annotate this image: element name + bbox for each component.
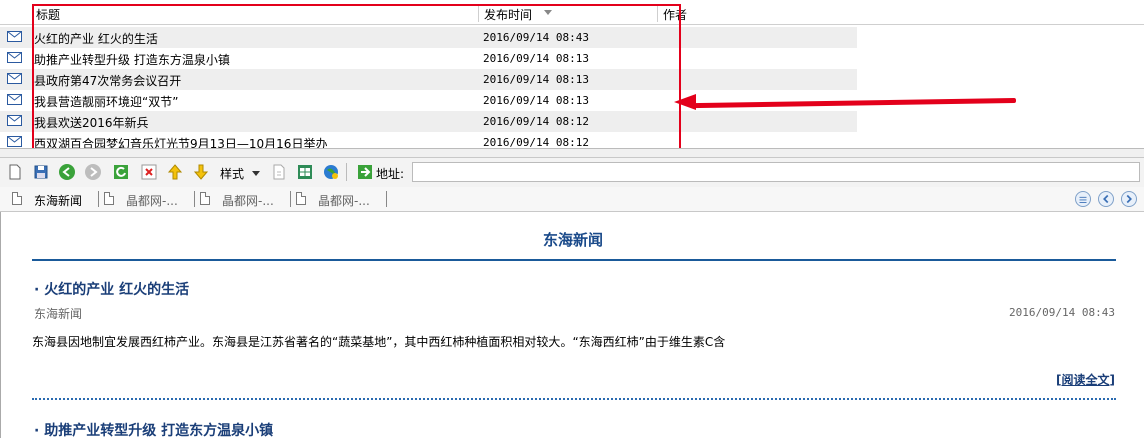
tab-divider bbox=[290, 191, 291, 207]
new-page-icon[interactable] bbox=[6, 163, 24, 181]
title-divider bbox=[32, 259, 1116, 261]
stop-icon[interactable] bbox=[140, 163, 158, 181]
tab-label: 晶都网-... bbox=[222, 194, 274, 208]
article-divider bbox=[32, 398, 1116, 400]
grid-view-icon[interactable] bbox=[296, 163, 314, 181]
read-more-link[interactable]: [阅读全文] bbox=[1056, 371, 1115, 388]
mail-icon bbox=[7, 31, 22, 42]
read-more-label[interactable]: 阅读全文 bbox=[1062, 373, 1110, 387]
tab-label: 晶都网-... bbox=[318, 194, 370, 208]
chevron-down-icon[interactable] bbox=[250, 163, 262, 181]
go-icon[interactable] bbox=[356, 163, 374, 181]
address-input[interactable] bbox=[412, 162, 1140, 182]
tab-next-icon[interactable] bbox=[1121, 191, 1137, 207]
back-icon[interactable] bbox=[58, 163, 76, 181]
tab-divider bbox=[194, 191, 195, 207]
tab-prev-icon[interactable] bbox=[1098, 191, 1114, 207]
copy-page-icon[interactable] bbox=[270, 163, 288, 181]
article-title[interactable]: · 助推产业转型升级 打造东方温泉小镇 bbox=[34, 420, 273, 440]
article-date: 2016/09/14 08:43 bbox=[1009, 306, 1115, 319]
tab-label: 晶都网-... bbox=[126, 194, 178, 208]
tab-divider bbox=[386, 191, 387, 207]
mail-icon bbox=[7, 115, 22, 126]
highlight-box bbox=[32, 4, 681, 154]
document-icon bbox=[200, 192, 210, 205]
news-list: 标题 发布时间 作者 火红的产业 红火的生活 2016/09/14 08:43 … bbox=[0, 0, 1144, 157]
forward-icon[interactable] bbox=[84, 163, 102, 181]
style-menu-label[interactable]: 样式 bbox=[220, 165, 244, 182]
toolbar-separator bbox=[346, 163, 347, 181]
refresh-icon[interactable] bbox=[112, 163, 130, 181]
address-label: 地址: bbox=[376, 167, 405, 181]
globe-icon[interactable] bbox=[322, 163, 340, 181]
down-arrow-icon[interactable] bbox=[192, 163, 210, 181]
article-summary: 东海县因地制宜发展西红柿产业。东海县是江苏省著名的“蔬菜基地”，其中西红柿种植面… bbox=[32, 335, 726, 349]
mail-icon bbox=[7, 94, 22, 105]
tab-divider bbox=[98, 191, 99, 207]
article-title[interactable]: · 火红的产业 红火的生活 bbox=[34, 279, 189, 299]
article-viewer: 东海新闻 · 火红的产业 红火的生活 东海新闻 2016/09/14 08:43… bbox=[0, 212, 1144, 440]
mail-icon bbox=[7, 136, 22, 147]
document-icon bbox=[296, 192, 306, 205]
mail-icon bbox=[7, 73, 22, 84]
tab-label: 东海新闻 bbox=[34, 194, 83, 208]
tab-list-icon[interactable] bbox=[1075, 191, 1091, 207]
document-icon bbox=[12, 192, 22, 205]
horizontal-scrollbar[interactable] bbox=[0, 148, 1144, 157]
page-title: 东海新闻 bbox=[542, 231, 603, 249]
tab-bar: 东海新闻 晶都网-... 晶都网-... 晶都网-... bbox=[0, 187, 1144, 212]
mail-icon bbox=[7, 52, 22, 63]
article-source: 东海新闻 bbox=[34, 307, 83, 321]
annotation-arrow-head bbox=[674, 94, 696, 110]
toolbar: 样式 地址: bbox=[0, 157, 1144, 188]
save-icon[interactable] bbox=[32, 163, 50, 181]
up-arrow-icon[interactable] bbox=[166, 163, 184, 181]
document-icon bbox=[104, 192, 114, 205]
